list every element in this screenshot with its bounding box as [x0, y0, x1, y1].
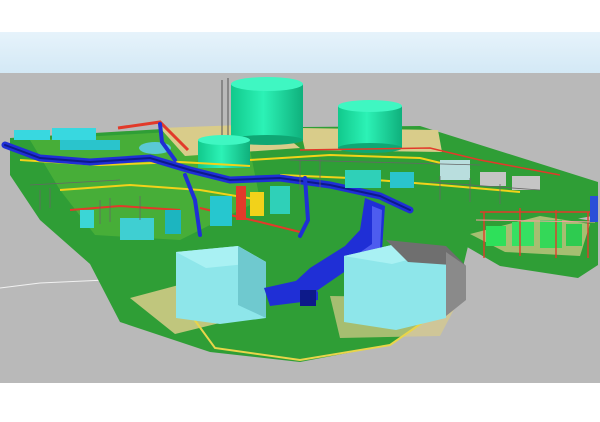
- building-left: [176, 246, 266, 324]
- storage-tank-medium: [338, 100, 402, 153]
- storage-tank-large: [221, 77, 303, 145]
- plant-3d-scene: [0, 0, 600, 422]
- sky: [0, 32, 600, 76]
- frame-bottom: [0, 383, 600, 422]
